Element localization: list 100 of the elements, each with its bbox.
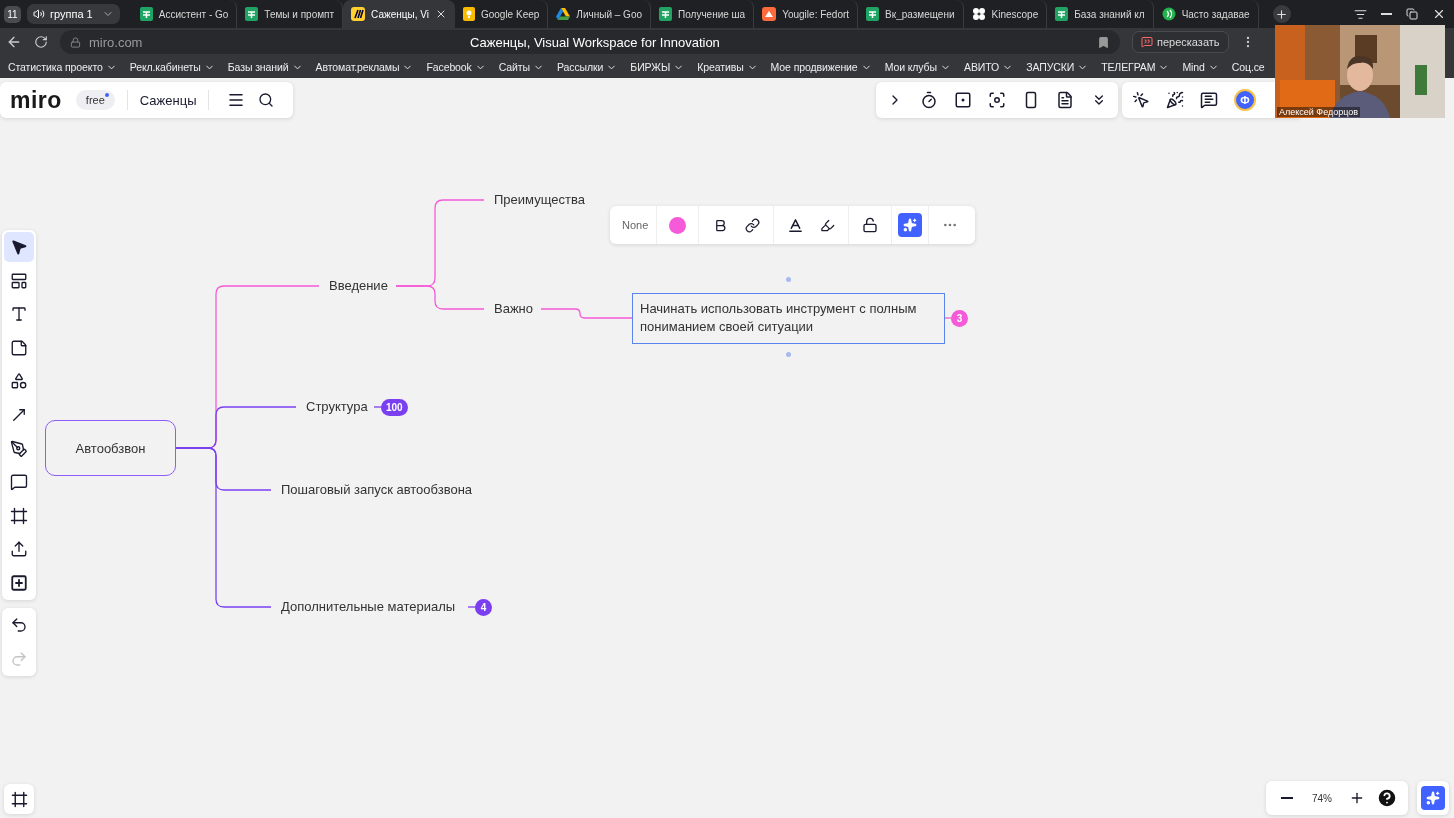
bookmark-folder[interactable]: Мои клубы <box>884 61 951 73</box>
reload-icon[interactable] <box>34 35 48 49</box>
user-avatar[interactable]: Ф <box>1234 89 1256 111</box>
tab-group[interactable]: группа 1 <box>27 4 120 24</box>
triangle-icon <box>556 8 571 20</box>
restore-icon[interactable] <box>1406 8 1418 20</box>
font-size-select[interactable]: None <box>620 219 651 231</box>
ai-assistant-button[interactable] <box>1421 786 1445 810</box>
mindmap-topic[interactable]: Пошаговый запуск автообзвона <box>280 480 474 500</box>
list-icon[interactable] <box>1354 7 1367 21</box>
marker-icon <box>819 217 835 233</box>
spreadsheet-icon <box>139 7 153 21</box>
bookmark-folder[interactable]: Mind <box>1182 61 1219 73</box>
unlock-icon <box>862 217 879 233</box>
summarize-button[interactable]: пересказать <box>1132 31 1229 53</box>
bookmark-folder[interactable]: Соц.се <box>1231 61 1265 73</box>
participant-name: Алексей Федорцов <box>1277 107 1361 117</box>
spreadsheet-icon <box>659 7 672 21</box>
logo[interactable]: miro <box>10 86 62 114</box>
browser-tab[interactable]: Саженцы, Vi <box>343 0 455 28</box>
plus-icon <box>1275 7 1289 21</box>
minimize-icon <box>1381 13 1392 15</box>
sparkles-icon <box>1426 791 1440 805</box>
zoom-level[interactable]: 74% <box>1312 792 1332 804</box>
mindmap-topic[interactable]: Структура <box>305 397 369 417</box>
bookmark-folder[interactable]: АВИТО <box>964 61 1014 73</box>
quote-icon <box>1141 36 1153 48</box>
ring-icon <box>1161 7 1176 21</box>
pen-icon <box>10 439 28 458</box>
bookmark-folder[interactable]: Креативы <box>697 61 758 73</box>
bookmark-folder[interactable]: БИРЖЫ <box>630 61 685 73</box>
new-tab-button[interactable] <box>1272 5 1291 23</box>
document-icon <box>1056 91 1074 109</box>
board-name[interactable]: Саженцы <box>139 92 197 108</box>
timer-icon <box>920 91 938 109</box>
link-icon <box>744 217 760 233</box>
bookmark-folder[interactable]: Базы знаний <box>227 61 303 73</box>
collapsed-count[interactable]: 100 <box>381 398 408 416</box>
cursor-icon <box>1132 91 1150 109</box>
text-color-icon <box>786 216 804 234</box>
branch-line <box>467 606 477 608</box>
bookmark-folder[interactable]: ЗАПУСКИ <box>1026 61 1089 73</box>
plan-badge[interactable]: free <box>75 90 115 110</box>
help-icon <box>1376 787 1398 809</box>
template-icon <box>10 271 28 290</box>
mindmap-topic[interactable]: Преимущества <box>493 190 586 210</box>
mindmap-root[interactable]: Автообзвон <box>45 420 176 476</box>
focus-icon <box>988 91 1006 109</box>
pointer-icon <box>10 238 28 256</box>
comment-icon <box>10 473 28 492</box>
back-icon[interactable] <box>6 34 22 50</box>
lightbulb-icon <box>462 7 475 21</box>
ai-button[interactable] <box>898 213 923 237</box>
speaker-icon <box>33 8 45 20</box>
comment-icon <box>1200 91 1218 109</box>
lock-icon <box>70 36 81 48</box>
tool-button[interactable] <box>4 232 34 262</box>
connection-handle[interactable] <box>785 277 791 282</box>
bookmark-folder[interactable]: Сайты <box>498 61 544 73</box>
bookmark-icon[interactable] <box>1097 35 1110 49</box>
branch-line <box>943 317 953 319</box>
plus-icon <box>1349 790 1365 806</box>
mindmap-topic[interactable]: Введение <box>328 276 389 296</box>
menu-icon <box>227 91 246 109</box>
workspace-count[interactable]: 11 <box>4 5 21 23</box>
spreadsheet-icon <box>1055 7 1069 21</box>
bookmark-folder[interactable]: ТЕЛЕГРАМ <box>1101 61 1170 73</box>
bookmark-folder[interactable]: Facebook <box>426 61 486 73</box>
sparkles-icon <box>903 218 918 232</box>
stripes-icon <box>351 7 366 21</box>
mindmap-topic[interactable]: Важно <box>493 299 534 319</box>
search-icon <box>258 92 275 108</box>
app-icon <box>762 7 777 21</box>
flower-icon <box>971 7 986 21</box>
bookmark-folder[interactable]: Рекл.кабинеты <box>129 61 215 73</box>
bookmark-folder[interactable]: Автомат.рекламы <box>315 61 414 73</box>
spreadsheet-icon <box>245 7 259 21</box>
text-icon <box>10 305 28 324</box>
close-icon[interactable] <box>1432 7 1446 21</box>
shapes-icon <box>10 372 28 391</box>
plus-icon <box>10 573 28 592</box>
group-label: группа 1 <box>50 8 93 20</box>
sticky-note-icon <box>10 338 28 357</box>
color-swatch[interactable] <box>669 216 687 234</box>
mindmap-topic[interactable]: Дополнительные материалы <box>280 597 457 617</box>
upload-icon <box>10 540 28 559</box>
bookmark-folder[interactable]: Рассылки <box>557 61 618 73</box>
page-title: Саженцы, Visual Workspace for Innovation <box>470 34 720 50</box>
bookmark-folder[interactable]: Мое продвижение <box>770 61 872 73</box>
mindmap-card[interactable]: Начинать использовать инструмент с полным пониманием своей ситуации <box>632 292 945 344</box>
spreadsheet-icon <box>866 7 880 21</box>
collapsed-count[interactable]: 4 <box>475 598 492 616</box>
minus-icon <box>1281 797 1293 799</box>
bookmark-folder[interactable]: Статистика проекто <box>8 61 117 73</box>
branch-line <box>373 406 383 408</box>
frame-icon <box>10 790 28 808</box>
party-popper-icon <box>1166 91 1184 109</box>
connection-handle[interactable] <box>785 352 791 357</box>
address-bar[interactable]: miro.com Саженцы, Visual Workspace for Innovation <box>60 30 1120 54</box>
frame-icon <box>10 506 28 525</box>
